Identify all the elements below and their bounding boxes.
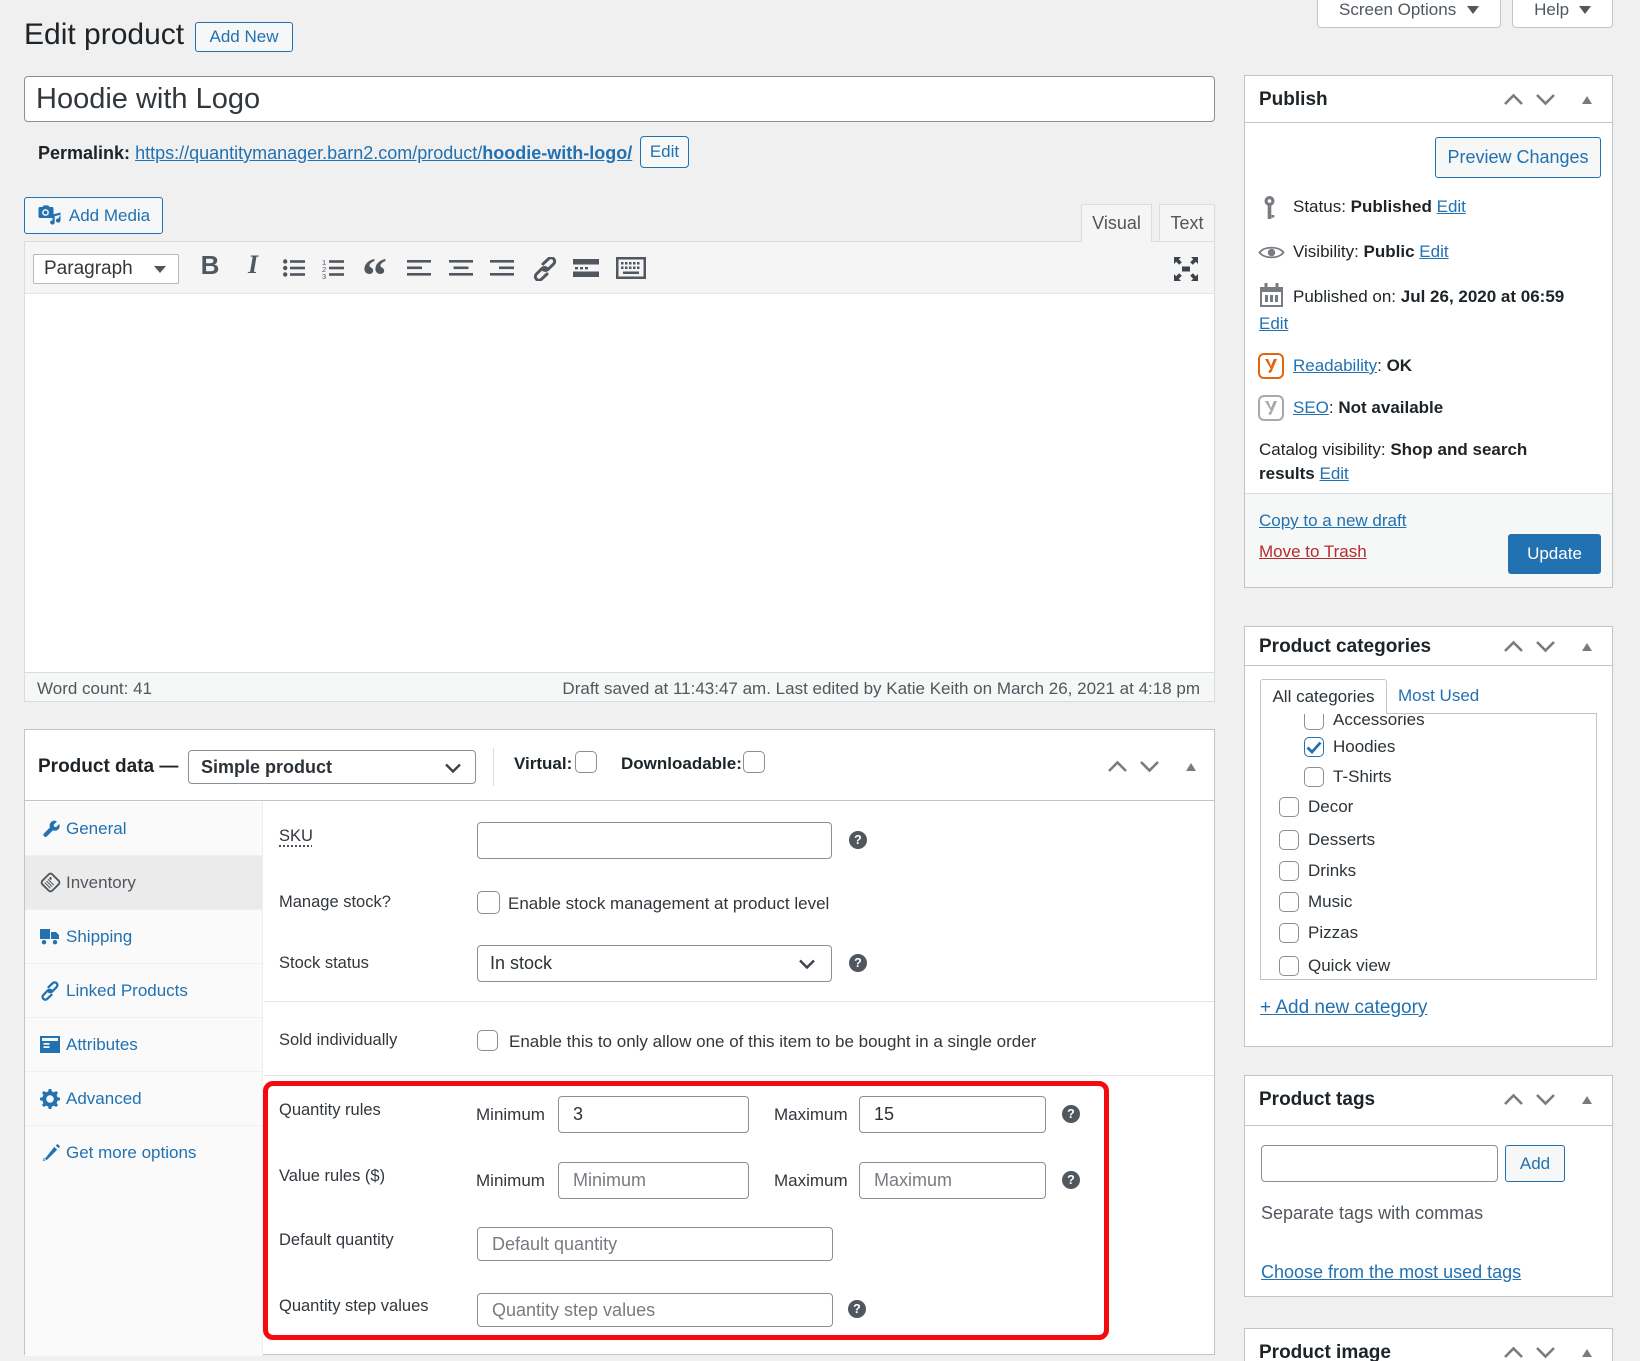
svg-text:3: 3 <box>322 272 326 279</box>
